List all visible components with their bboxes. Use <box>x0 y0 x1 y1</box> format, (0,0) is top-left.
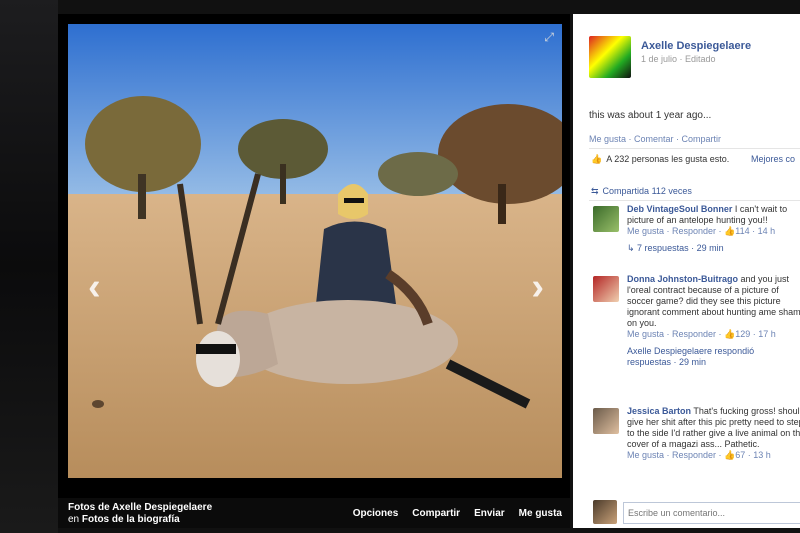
background-strip <box>0 0 58 533</box>
comment: Deb VintageSoul Bonner I can't wait to p… <box>593 204 800 274</box>
avatar <box>593 500 617 524</box>
avatar[interactable] <box>593 206 619 232</box>
avatar[interactable] <box>593 408 619 434</box>
comment-replies[interactable]: ↳ 7 respuestas · 29 min <box>627 243 800 254</box>
comment-input[interactable] <box>623 502 800 524</box>
reply-author[interactable]: Axelle Despiegelaere respondió <box>627 346 800 357</box>
album-owner-link[interactable]: Fotos de Axelle Despiegelaere <box>68 502 212 514</box>
post-meta: 1 de julio · Editado <box>641 54 716 64</box>
photo-actions: Opciones Compartir Enviar Me gusta <box>353 508 562 519</box>
options-button[interactable]: Opciones <box>353 508 399 519</box>
chevron-right-icon[interactable]: › <box>531 266 544 309</box>
like-button[interactable]: Me gusta <box>519 508 562 519</box>
best-comments-link[interactable]: Mejores co <box>751 154 795 165</box>
comment-author[interactable]: Donna Johnston-Buitrago <box>627 274 738 284</box>
comment-body: Jessica Barton That's fucking gross! sho… <box>627 406 800 461</box>
album-link-line: en Fotos de la biografía <box>68 514 212 526</box>
reply-icon: ↳ <box>627 243 638 253</box>
share-button[interactable]: Compartir <box>412 508 460 519</box>
comment-meta[interactable]: Me gusta · Responder · 👍129 · 17 h <box>627 329 800 340</box>
photo-footer: Fotos de Axelle Despiegelaere en Fotos d… <box>58 498 570 528</box>
author-name[interactable]: Axelle Despiegelaere <box>641 40 751 52</box>
divider <box>589 200 800 201</box>
chevron-left-icon[interactable]: ‹ <box>88 266 101 309</box>
share-icon: ⇆ <box>591 186 599 196</box>
send-button[interactable]: Enviar <box>474 508 505 519</box>
comment: Jessica Barton That's fucking gross! sho… <box>593 406 800 486</box>
avatar[interactable] <box>589 36 631 78</box>
comment-body: Deb VintageSoul Bonner I can't wait to p… <box>627 204 800 254</box>
divider <box>589 148 800 149</box>
likes-summary: 👍 A 232 personas les gusta esto. Mejores … <box>591 154 796 165</box>
shares-summary: ⇆ Compartida 112 veces <box>591 186 692 197</box>
avatar[interactable] <box>593 276 619 302</box>
photo[interactable]: ⤢ ‹ › <box>68 24 562 478</box>
comment-body: Donna Johnston-Buitrago and you just l'o… <box>627 274 800 368</box>
comment-author[interactable]: Jessica Barton <box>627 406 691 416</box>
shares-text[interactable]: Compartida 112 veces <box>603 186 692 196</box>
comment-composer <box>593 500 800 526</box>
comment-meta[interactable]: Me gusta · Responder · 👍67 · 13 h <box>627 450 800 461</box>
post-actions[interactable]: Me gusta · Comentar · Compartir <box>589 134 721 144</box>
album-info: Fotos de Axelle Despiegelaere en Fotos d… <box>68 502 212 526</box>
likes-text[interactable]: A 232 personas les gusta esto. <box>606 154 729 164</box>
post-header: Axelle Despiegelaere 1 de julio · Editad… <box>589 36 800 78</box>
comment-meta[interactable]: Me gusta · Responder · 👍114 · 14 h <box>627 226 800 237</box>
expand-icon[interactable]: ⤢ <box>544 30 554 45</box>
photo-image <box>68 24 562 478</box>
album-name-link[interactable]: Fotos de la biografía <box>82 514 180 525</box>
photo-viewer: ⤢ ‹ › Fotos de Axelle Despiegelaere en F… <box>58 14 570 528</box>
screenshot-frame: ⤢ ‹ › Fotos de Axelle Despiegelaere en F… <box>0 0 800 533</box>
replies-text[interactable]: 7 respuestas · 29 min <box>637 243 724 253</box>
post-panel: Axelle Despiegelaere 1 de julio · Editad… <box>573 14 800 528</box>
comment-author[interactable]: Deb VintageSoul Bonner <box>627 204 732 214</box>
post-text: this was about 1 year ago... <box>589 110 712 121</box>
replies-text[interactable]: respuestas · 29 min <box>627 357 800 368</box>
album-prefix: en <box>68 514 80 525</box>
comment: Donna Johnston-Buitrago and you just l'o… <box>593 274 800 404</box>
thumbs-up-icon: 👍 <box>591 154 603 164</box>
